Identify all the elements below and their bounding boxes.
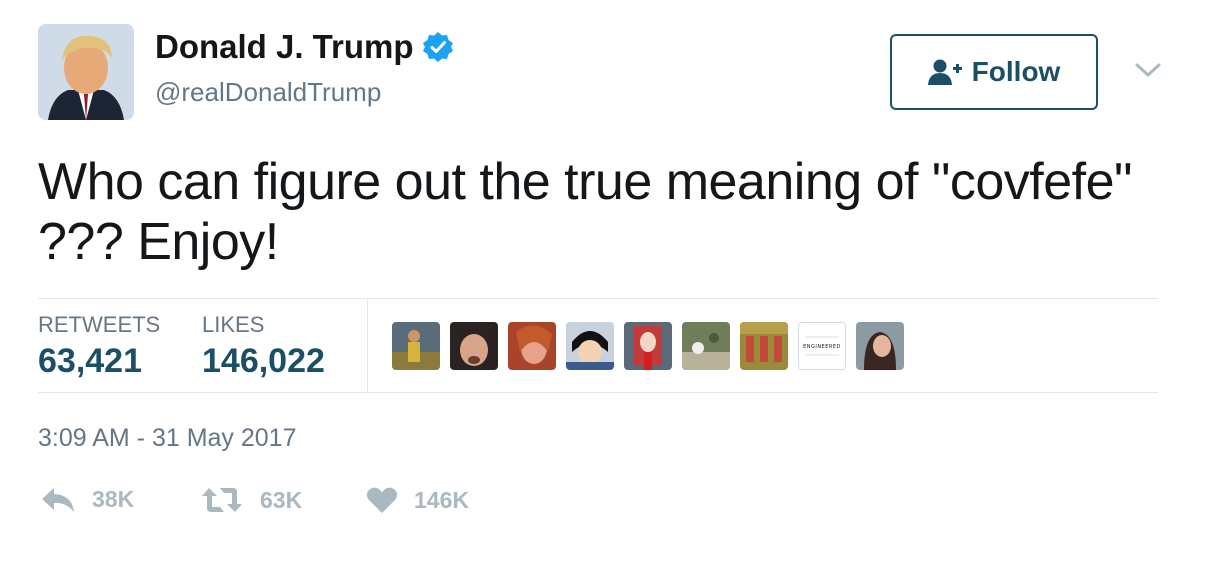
- author-handle[interactable]: @realDonaldTrump: [155, 77, 381, 108]
- follow-button[interactable]: Follow: [890, 34, 1098, 110]
- tweet-timestamp[interactable]: 3:09 AM - 31 May 2017: [38, 424, 296, 453]
- tweet-text-line: ??? Enjoy!: [38, 213, 279, 271]
- retweet-count: 63K: [260, 486, 303, 513]
- divider: [38, 392, 1158, 393]
- verified-badge-icon: [422, 31, 454, 63]
- follow-user-plus-icon: [927, 59, 962, 85]
- reply-icon: [42, 487, 74, 512]
- reply-count: 38K: [92, 486, 135, 512]
- retweet-button[interactable]: 63K: [200, 486, 302, 514]
- like-count: 146K: [414, 486, 469, 513]
- chevron-down-icon[interactable]: [1133, 58, 1163, 82]
- author-name[interactable]: Donald J. Trump: [155, 28, 454, 66]
- divider: [367, 300, 368, 392]
- liker-avatar[interactable]: [682, 322, 730, 370]
- liker-avatar[interactable]: [566, 322, 614, 370]
- likes-label[interactable]: LIKES: [202, 312, 264, 338]
- retweet-icon: [202, 488, 242, 512]
- liker-avatars: ENGINEERED: [392, 322, 904, 370]
- liker-avatar[interactable]: [624, 322, 672, 370]
- avatar[interactable]: [38, 24, 134, 120]
- liker-avatar[interactable]: [450, 322, 498, 370]
- liker-avatar[interactable]: [740, 322, 788, 370]
- reply-button[interactable]: 38K: [40, 486, 134, 513]
- divider: [38, 298, 1158, 299]
- liker-avatar[interactable]: [392, 322, 440, 370]
- retweets-count[interactable]: 63,421: [38, 342, 142, 381]
- likes-count[interactable]: 146,022: [202, 342, 325, 381]
- liker-avatar[interactable]: [508, 322, 556, 370]
- liker-avatar[interactable]: ENGINEERED: [798, 322, 846, 370]
- tweet-text: Who can figure out the true meaning of "…: [38, 152, 1178, 272]
- tweet-text-line: Who can figure out the true meaning of "…: [38, 153, 1133, 211]
- heart-icon: [366, 487, 398, 513]
- retweets-label[interactable]: RETWEETS: [38, 312, 160, 338]
- liker-avatar[interactable]: [856, 322, 904, 370]
- follow-button-label: Follow: [971, 56, 1061, 87]
- like-button[interactable]: 146K: [366, 486, 469, 514]
- liker-avatar-text: ENGINEERED: [803, 344, 841, 350]
- author-name-text[interactable]: Donald J. Trump: [155, 28, 414, 66]
